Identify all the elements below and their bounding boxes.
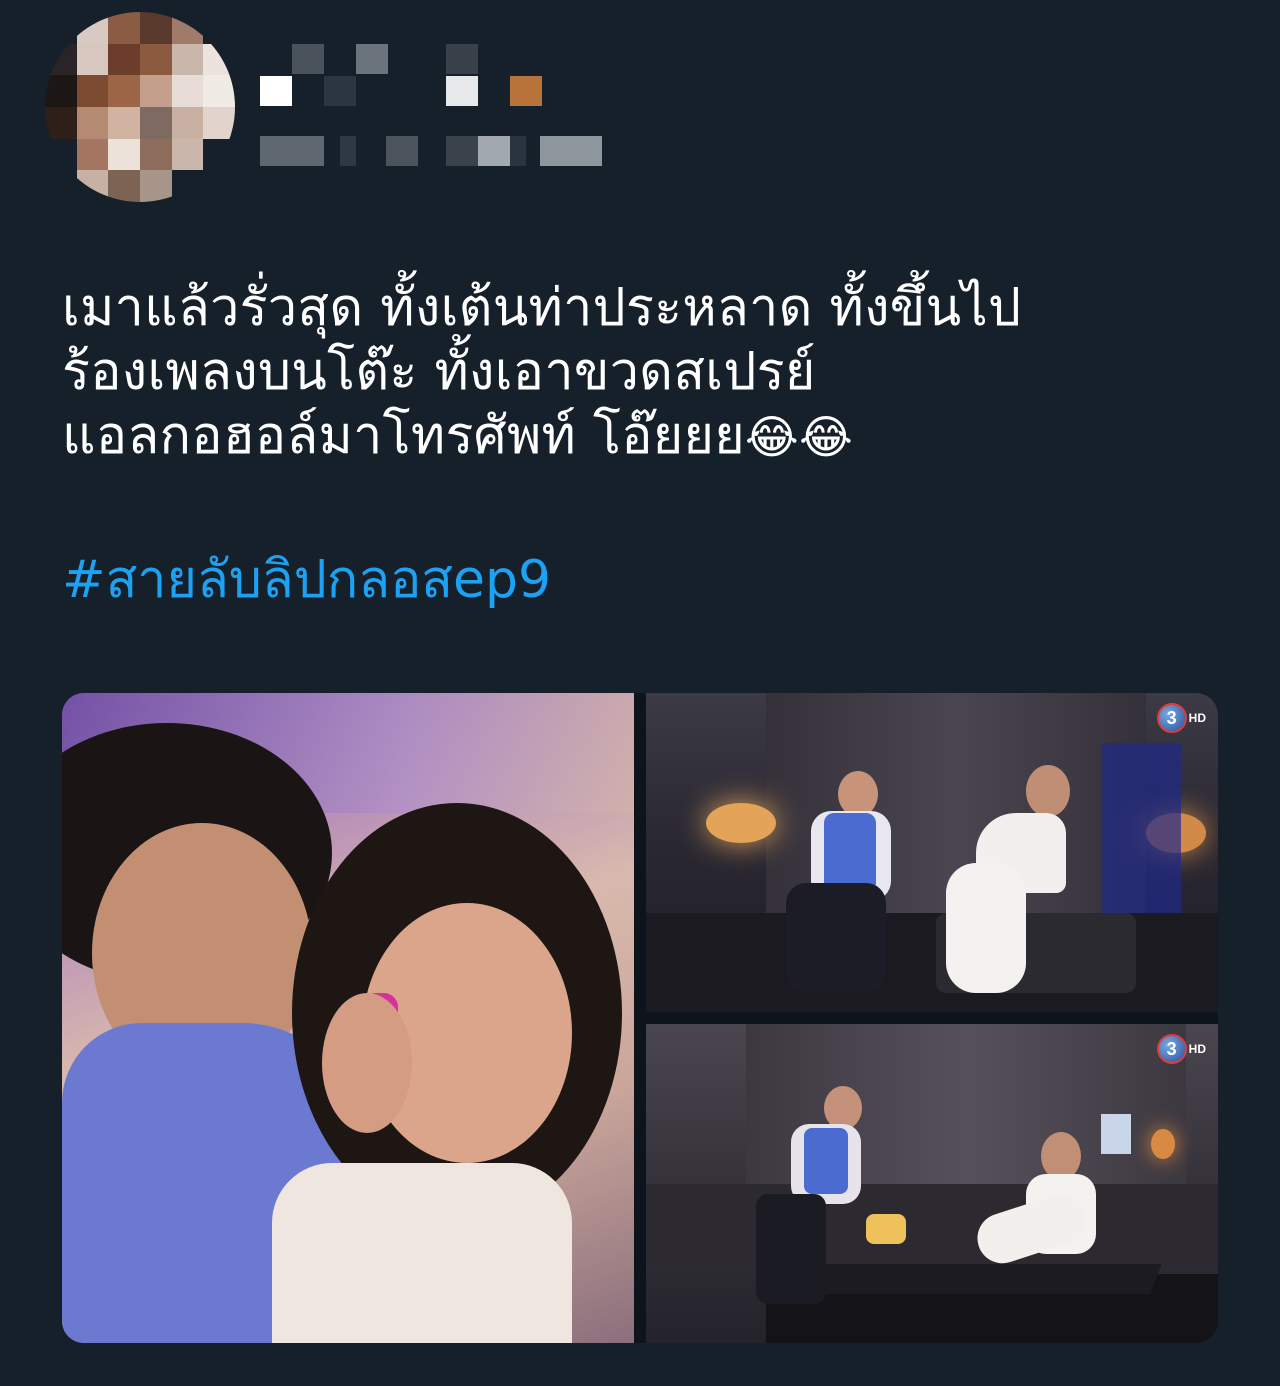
- media-grid: 3 HD 3 HD: [62, 693, 1218, 1343]
- hd-label: HD: [1188, 1042, 1206, 1056]
- channel-3-logo: 3 HD: [1156, 703, 1206, 733]
- avatar[interactable]: [45, 12, 235, 202]
- media-photo-1[interactable]: [62, 693, 634, 1343]
- channel-3-logo: 3 HD: [1156, 1034, 1206, 1064]
- media-photo-3[interactable]: 3 HD: [646, 1024, 1218, 1343]
- laughing-emoji: 😂😂: [745, 410, 854, 464]
- hashtag-link[interactable]: #สายลับลิปกลอสep9: [62, 548, 551, 612]
- pixelated-username[interactable]: [260, 44, 620, 174]
- tweet-body: เมาแล้วรั่วสุด ทั้งเต้นท่าประหลาด ทั้งขึ…: [62, 278, 1022, 466]
- tweet: เมาแล้วรั่วสุด ทั้งเต้นท่าประหลาด ทั้งขึ…: [0, 0, 1280, 1386]
- hd-label: HD: [1188, 711, 1206, 725]
- media-photo-2[interactable]: 3 HD: [646, 693, 1218, 1012]
- channel-3-icon: 3: [1156, 703, 1187, 733]
- tweet-text: เมาแล้วรั่วสุด ทั้งเต้นท่าประหลาด ทั้งขึ…: [62, 276, 1222, 469]
- channel-3-icon: 3: [1156, 1034, 1187, 1064]
